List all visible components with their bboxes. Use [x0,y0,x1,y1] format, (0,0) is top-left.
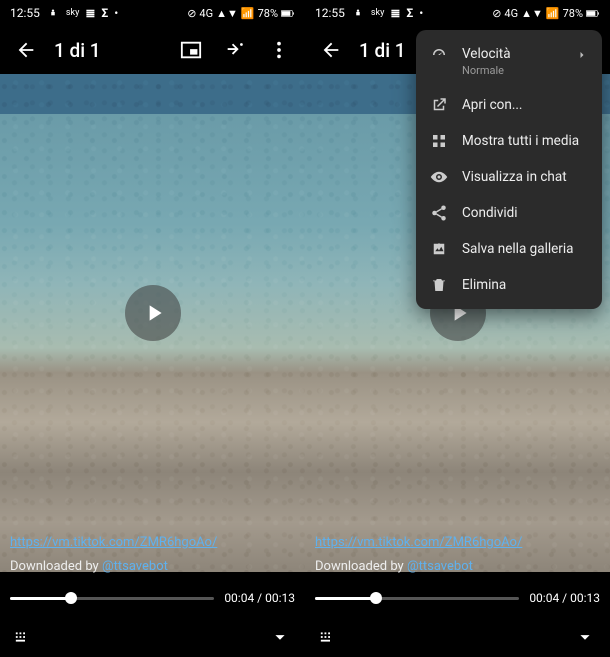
media-counter: 1 di 1 [54,39,101,62]
speedometer-icon [430,46,448,64]
menu-speed[interactable]: Velocità Normale [416,36,602,87]
back-button[interactable] [6,30,46,70]
net-label: 4G [199,7,213,20]
notif-icon [46,6,60,20]
screenshot-viewer-menu-open: 12:55 sky ≣ Σ • ⊘ 4G ▲▼ 📶 78% 1 di 1 htt… [305,0,610,657]
menu-show-all-media[interactable]: Mostra tutti i media [416,123,602,159]
viewer-header: 1 di 1 [0,26,305,74]
time-display: 00:04 / 00:13 [529,591,600,605]
collapse-icon[interactable] [269,626,291,648]
seek-bar-row: 00:04 / 00:13 [0,583,305,613]
source-link[interactable]: https://vm.tiktok.com/ZMR6hgoAo/ [315,533,600,553]
downloaded-by-line: Downloaded by @ttsavebot [10,557,295,577]
eye-icon [430,168,448,186]
pip-button[interactable] [171,30,211,70]
battery-pct: 78% [258,7,278,20]
downloaded-by-line: Downloaded by @ttsavebot [315,557,600,577]
keyboard-icon[interactable] [14,626,36,648]
menu-view-in-chat[interactable]: Visualizza in chat [416,159,602,195]
overflow-menu: Velocità Normale Apri con... Mostra tutt… [416,30,602,309]
trash-icon [430,276,448,294]
keyboard-icon[interactable] [319,626,341,648]
screenshot-viewer-normal: 12:55 sky ≣ Σ • ⊘ 4G ▲▼ 📶 78% 1 di 1 [0,0,305,657]
battery-icon [281,10,295,17]
grid-icon [430,132,448,150]
forward-button[interactable] [215,30,255,70]
play-button[interactable] [125,285,181,341]
source-link[interactable]: https://vm.tiktok.com/ZMR6hgoAo/ [10,533,295,553]
open-external-icon [430,96,448,114]
menu-open-with[interactable]: Apri con... [416,87,602,123]
status-bar: 12:55 sky ≣ Σ • ⊘ 4G ▲▼ 📶 78% [0,0,305,26]
bot-handle[interactable]: @ttsavebot [407,559,473,574]
video-caption: https://vm.tiktok.com/ZMR6hgoAo/ Downloa… [315,533,600,577]
seek-bar[interactable] [315,597,519,600]
save-image-icon [430,240,448,258]
bottom-bar [305,617,610,657]
back-button[interactable] [311,30,351,70]
video-surface[interactable] [0,74,305,572]
play-icon [141,300,167,326]
collapse-icon[interactable] [574,626,596,648]
seek-bar[interactable] [10,597,214,600]
chevron-right-icon [576,46,588,64]
video-caption: https://vm.tiktok.com/ZMR6hgoAo/ Downloa… [10,533,295,577]
status-time: 12:55 [10,6,40,20]
menu-speed-value: Normale [462,64,511,77]
bottom-bar [0,617,305,657]
menu-share[interactable]: Condividi [416,195,602,231]
status-bar: 12:55 sky ≣ Σ • ⊘ 4G ▲▼ 📶 78% [305,0,610,26]
more-button[interactable] [259,30,299,70]
bot-handle[interactable]: @ttsavebot [102,559,168,574]
menu-save-gallery[interactable]: Salva nella galleria [416,231,602,267]
menu-delete[interactable]: Elimina [416,267,602,303]
menu-speed-label: Velocità [462,46,511,62]
media-counter: 1 di 1 [359,39,406,62]
share-icon [430,204,448,222]
time-display: 00:04 / 00:13 [224,591,295,605]
seek-bar-row: 00:04 / 00:13 [305,583,610,613]
